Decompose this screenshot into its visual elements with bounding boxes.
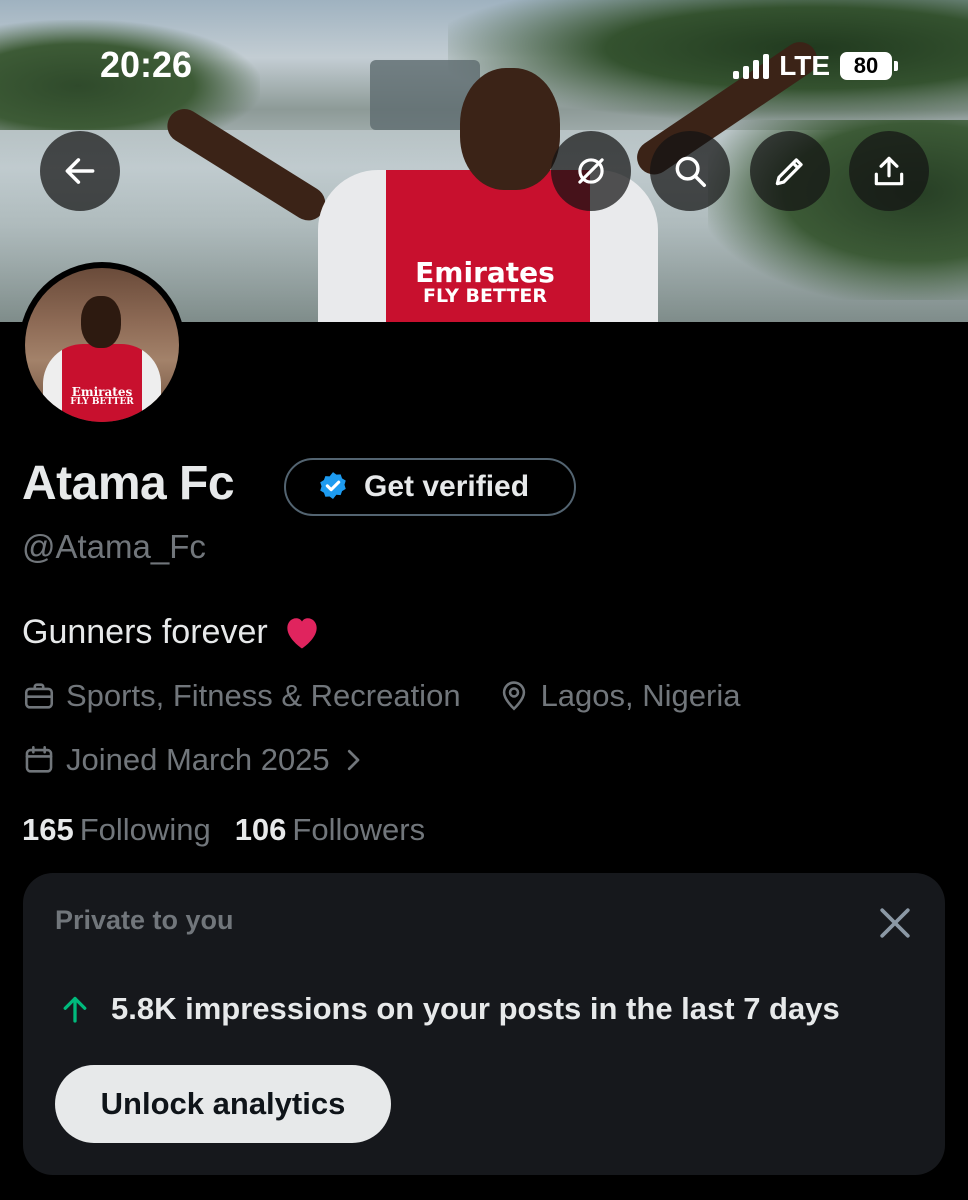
arrow-up-icon xyxy=(63,996,87,1023)
impressions-text: 5.8K impressions on your posts in the la… xyxy=(111,991,840,1026)
banner-shirt-line2: FLY BETTER xyxy=(423,285,547,308)
get-verified-label: Get verified xyxy=(364,470,530,503)
slashed-circle-icon xyxy=(578,158,604,184)
get-verified-button[interactable]: Get verified xyxy=(284,458,576,516)
profile-meta-row: Sports, Fitness & Recreation Lagos, Nige… xyxy=(22,678,740,714)
chevron-right-icon xyxy=(347,749,360,771)
share-icon xyxy=(874,156,904,186)
following-count: 165 xyxy=(22,812,74,847)
impressions-summary: 5.8K impressions on your posts in the la… xyxy=(57,991,840,1027)
edit-button[interactable] xyxy=(750,131,830,211)
briefcase-icon xyxy=(24,683,54,709)
battery-level: 80 xyxy=(853,53,879,78)
private-analytics-card: Private to you 5.8K impressions on your … xyxy=(23,873,945,1175)
follow-stats: 165 Following 106 Followers xyxy=(22,812,425,848)
search-button[interactable] xyxy=(650,131,730,211)
unlock-analytics-button[interactable]: Unlock analytics xyxy=(55,1065,391,1143)
followers-link[interactable]: 106 Followers xyxy=(235,812,425,848)
profile-name: Atama Fc xyxy=(22,457,235,510)
following-link[interactable]: 165 Following xyxy=(22,812,211,848)
location-text: Lagos, Nigeria xyxy=(540,678,741,713)
followers-label: Followers xyxy=(292,812,426,847)
pencil-icon xyxy=(775,158,803,186)
profile-handle: @Atama_Fc xyxy=(22,528,206,565)
profile-category: Sports, Fitness & Recreation xyxy=(22,678,461,714)
close-icon[interactable] xyxy=(873,901,917,945)
following-label: Following xyxy=(79,812,211,847)
calendar-icon xyxy=(25,745,53,773)
private-card-title: Private to you xyxy=(55,905,234,935)
status-indicators: LTE 80 xyxy=(733,50,898,82)
banner-shirt-sponsor: Emirates FLY BETTER xyxy=(400,258,570,307)
status-time: 20:26 xyxy=(100,44,193,85)
battery-icon: 80 xyxy=(840,52,892,80)
avatar-image: Emirates FLY BETTER xyxy=(25,268,179,422)
profile-bio: Gunners forever xyxy=(22,610,324,654)
back-button[interactable] xyxy=(40,131,120,211)
avatar-head xyxy=(81,296,121,348)
avatar-shirt-sponsor: Emirates FLY BETTER xyxy=(65,386,139,407)
share-button[interactable] xyxy=(849,131,929,211)
verified-badge-icon xyxy=(320,472,346,500)
search-icon xyxy=(675,156,706,187)
joined-text: Joined March 2025 xyxy=(66,742,330,777)
profile-joined[interactable]: Joined March 2025 xyxy=(22,742,368,778)
grok-button[interactable] xyxy=(551,131,631,211)
signal-icon xyxy=(733,53,770,79)
avatar-shirt xyxy=(43,344,161,422)
avatar-shirt-line2: FLY BETTER xyxy=(70,397,134,407)
avatar[interactable]: Emirates FLY BETTER xyxy=(19,262,185,428)
banner-trees-right-lower xyxy=(708,120,968,300)
followers-count: 106 xyxy=(234,812,287,847)
network-label: LTE xyxy=(779,50,830,81)
arrow-left-icon xyxy=(65,158,95,184)
bio-text: Gunners forever xyxy=(22,612,268,651)
battery-tip xyxy=(894,61,898,71)
banner-person-head xyxy=(460,68,560,190)
category-text: Sports, Fitness & Recreation xyxy=(66,678,461,713)
location-pin-icon xyxy=(502,681,525,711)
profile-location: Lagos, Nigeria xyxy=(497,678,741,714)
banner-shirt-line1: Emirates xyxy=(415,256,555,289)
red-heart-icon xyxy=(287,618,317,649)
